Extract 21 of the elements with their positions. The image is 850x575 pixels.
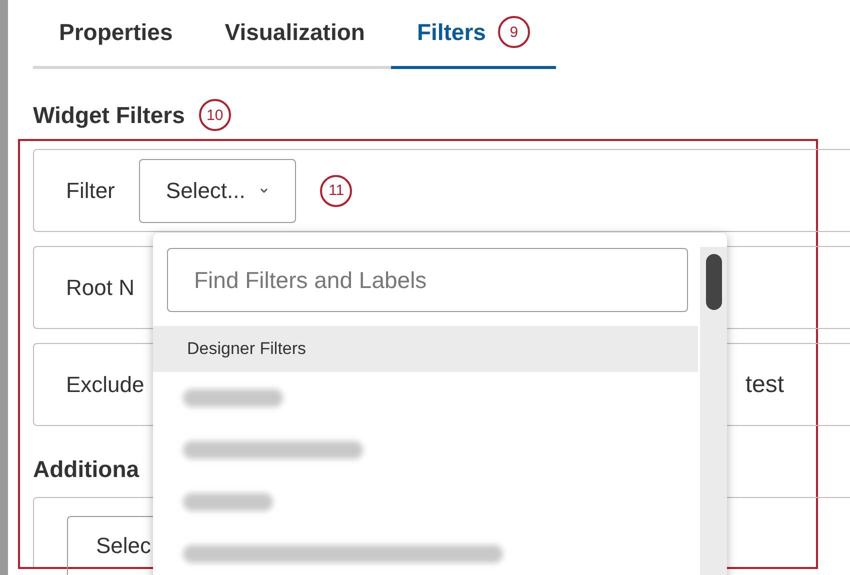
callout-marker: 11 <box>320 174 352 206</box>
row-label: Filter <box>66 178 115 204</box>
section-title: Widget Filters <box>33 102 185 128</box>
tab[interactable]: Filters 9 <box>390 14 556 69</box>
callout-marker: 9 <box>498 16 530 48</box>
row-label: Root N <box>66 274 134 300</box>
chevron-down-icon <box>259 187 270 194</box>
callout-marker: 10 <box>198 99 231 131</box>
row-value: test <box>745 370 784 398</box>
search-field[interactable]: Find Filters and Labels <box>167 248 688 312</box>
blurred-text[interactable] <box>183 441 363 459</box>
select-dropdown[interactable]: Select... <box>138 158 296 222</box>
blurred-text[interactable] <box>183 389 283 407</box>
group-header: Designer Filters <box>153 326 698 372</box>
blurred-text[interactable] <box>183 545 503 563</box>
row-label: Exclude <box>66 372 144 398</box>
blurred-text[interactable] <box>183 493 273 511</box>
tab[interactable]: Properties <box>33 14 199 69</box>
tab[interactable]: Visualization <box>198 14 391 69</box>
scrollbar-thumb[interactable] <box>706 254 722 310</box>
section-title: Additiona <box>33 456 140 483</box>
